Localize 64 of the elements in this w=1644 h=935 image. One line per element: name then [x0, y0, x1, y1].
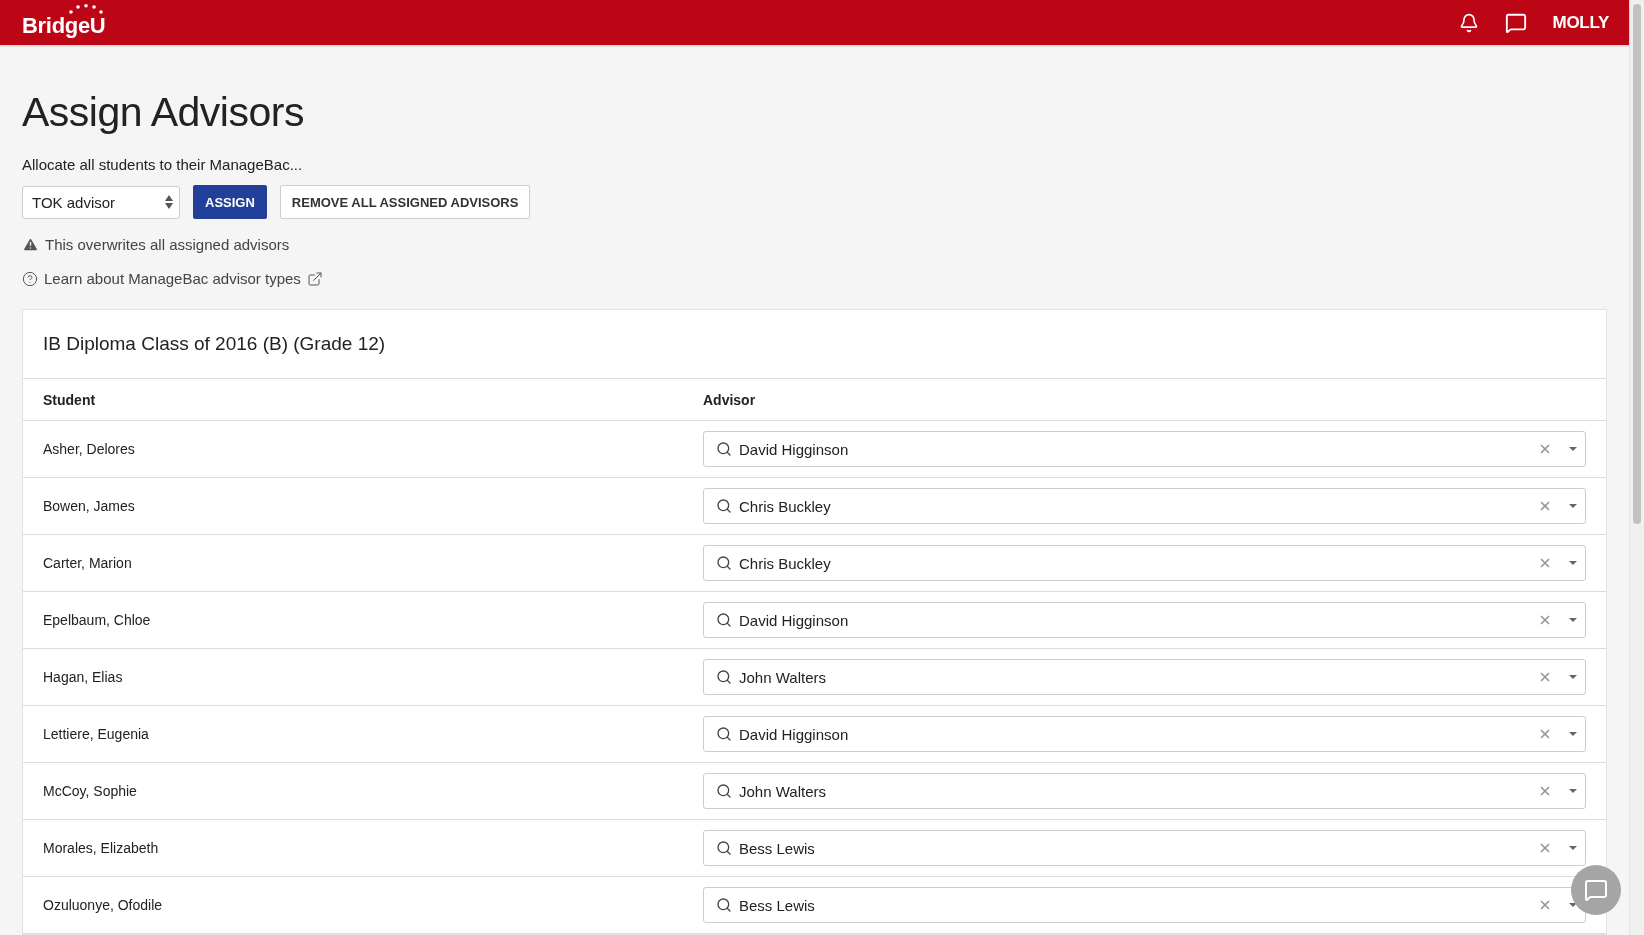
advisor-select[interactable]: David Higginson	[703, 716, 1586, 752]
clear-icon[interactable]	[1538, 613, 1552, 627]
advisor-select[interactable]: David Higginson	[703, 602, 1586, 638]
clear-icon[interactable]	[1538, 898, 1552, 912]
caret-icon[interactable]	[1569, 675, 1577, 679]
bell-icon[interactable]	[1458, 12, 1479, 33]
caret-icon[interactable]	[1569, 903, 1577, 907]
student-name: Bowen, James	[43, 498, 136, 514]
advisor-select[interactable]: John Walters	[703, 659, 1586, 695]
clear-icon[interactable]	[1538, 556, 1552, 570]
updown-icon	[165, 195, 173, 209]
advisor-select[interactable]: John Walters	[703, 773, 1586, 809]
caret-icon[interactable]	[1569, 504, 1577, 508]
help-icon	[22, 270, 38, 287]
student-name: Hagan, Elias	[43, 669, 124, 685]
clear-icon[interactable]	[1538, 442, 1552, 456]
advisor-select[interactable]: Bess Lewis	[703, 830, 1586, 866]
search-icon	[716, 840, 732, 856]
student-name: Ozuluonye, Ofodile	[43, 897, 164, 913]
search-icon	[716, 441, 732, 457]
caret-icon[interactable]	[1569, 789, 1577, 793]
student-name: Morales, Elizabeth	[43, 840, 160, 856]
external-link-icon[interactable]	[306, 270, 323, 287]
student-name: Asher, Delores	[43, 441, 136, 457]
caret-icon[interactable]	[1569, 561, 1577, 565]
student-name: Carter, Marion	[43, 555, 133, 571]
clear-icon[interactable]	[1538, 670, 1552, 684]
warning-icon	[22, 236, 39, 253]
warning-text: This overwrites all assigned advisors	[45, 236, 290, 253]
message-icon[interactable]	[1504, 11, 1527, 34]
clear-icon[interactable]	[1538, 784, 1552, 798]
clear-icon[interactable]	[1538, 841, 1552, 855]
caret-icon[interactable]	[1569, 447, 1577, 451]
assign-button[interactable]: ASSIGN	[193, 185, 267, 219]
bridgeu-logo[interactable]: BridgeU	[22, 6, 106, 39]
column-header: Student	[43, 391, 97, 408]
page-title: Assign Advisors	[22, 89, 305, 136]
search-icon	[716, 783, 732, 799]
search-icon	[716, 612, 732, 628]
advisor-select[interactable]: Bess Lewis	[703, 887, 1586, 923]
student-name: Epelbaum, Chloe	[43, 612, 152, 628]
intro-text: Allocate all students to their ManageBac...	[22, 156, 304, 173]
caret-icon[interactable]	[1569, 846, 1577, 850]
class-title: IB Diploma Class of 2016 (B) (Grade 12)	[23, 310, 1606, 379]
student-name: McCoy, Sophie	[43, 783, 138, 799]
chat-icon	[1584, 878, 1608, 902]
caret-icon[interactable]	[1569, 732, 1577, 736]
advisor-type-select[interactable]: TOK advisor	[22, 185, 180, 219]
search-icon	[716, 555, 732, 571]
remove-all-button[interactable]: REMOVE ALL ASSIGNED ADVISORS	[279, 185, 531, 219]
student-name: Lettiere, Eugenia	[43, 726, 150, 742]
search-icon	[716, 897, 732, 913]
help-link[interactable]: Learn about ManageBac advisor types	[44, 270, 301, 287]
advisor-select[interactable]: David Higginson	[703, 431, 1586, 467]
user-menu[interactable]: MOLLY	[1552, 12, 1609, 33]
search-icon	[716, 498, 732, 514]
column-header: Advisor	[703, 391, 757, 408]
clear-icon[interactable]	[1538, 499, 1552, 513]
search-icon	[716, 726, 732, 742]
advisor-select[interactable]: Chris Buckley	[703, 488, 1586, 524]
advisor-select[interactable]: Chris Buckley	[703, 545, 1586, 581]
search-icon	[716, 669, 732, 685]
caret-icon[interactable]	[1569, 618, 1577, 622]
clear-icon[interactable]	[1538, 727, 1552, 741]
